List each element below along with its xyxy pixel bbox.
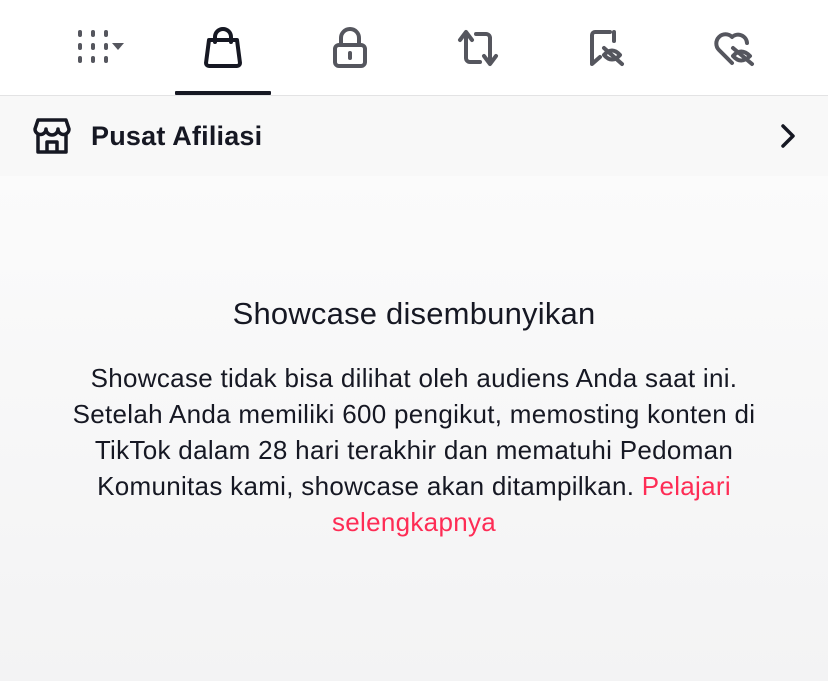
empty-state-title: Showcase disembunyikan bbox=[232, 296, 596, 331]
grid-dropdown-icon bbox=[62, 28, 126, 68]
tab-grid[interactable] bbox=[52, 0, 136, 96]
tab-shop[interactable] bbox=[175, 0, 271, 96]
profile-tab-bar bbox=[0, 0, 828, 96]
affiliate-center-row[interactable]: Pusat Afiliasi bbox=[0, 96, 828, 176]
shopping-bag-icon bbox=[203, 27, 243, 69]
tab-liked[interactable] bbox=[692, 0, 776, 96]
heart-hidden-icon bbox=[711, 27, 757, 69]
repost-icon bbox=[456, 28, 500, 68]
tab-private[interactable] bbox=[310, 0, 390, 96]
lock-icon bbox=[332, 27, 368, 69]
active-tab-indicator bbox=[175, 91, 271, 95]
tab-favorites[interactable] bbox=[565, 0, 649, 96]
chevron-right-icon bbox=[776, 122, 800, 150]
storefront-icon bbox=[33, 117, 71, 155]
tab-reposts[interactable] bbox=[436, 0, 520, 96]
bookmark-hidden-icon bbox=[586, 27, 628, 69]
affiliate-center-label: Pusat Afiliasi bbox=[91, 121, 263, 151]
showcase-empty-state: Showcase disembunyikan Showcase tidak bi… bbox=[0, 176, 828, 681]
empty-state-message: Showcase tidak bisa dilihat oleh audiens… bbox=[70, 360, 758, 540]
